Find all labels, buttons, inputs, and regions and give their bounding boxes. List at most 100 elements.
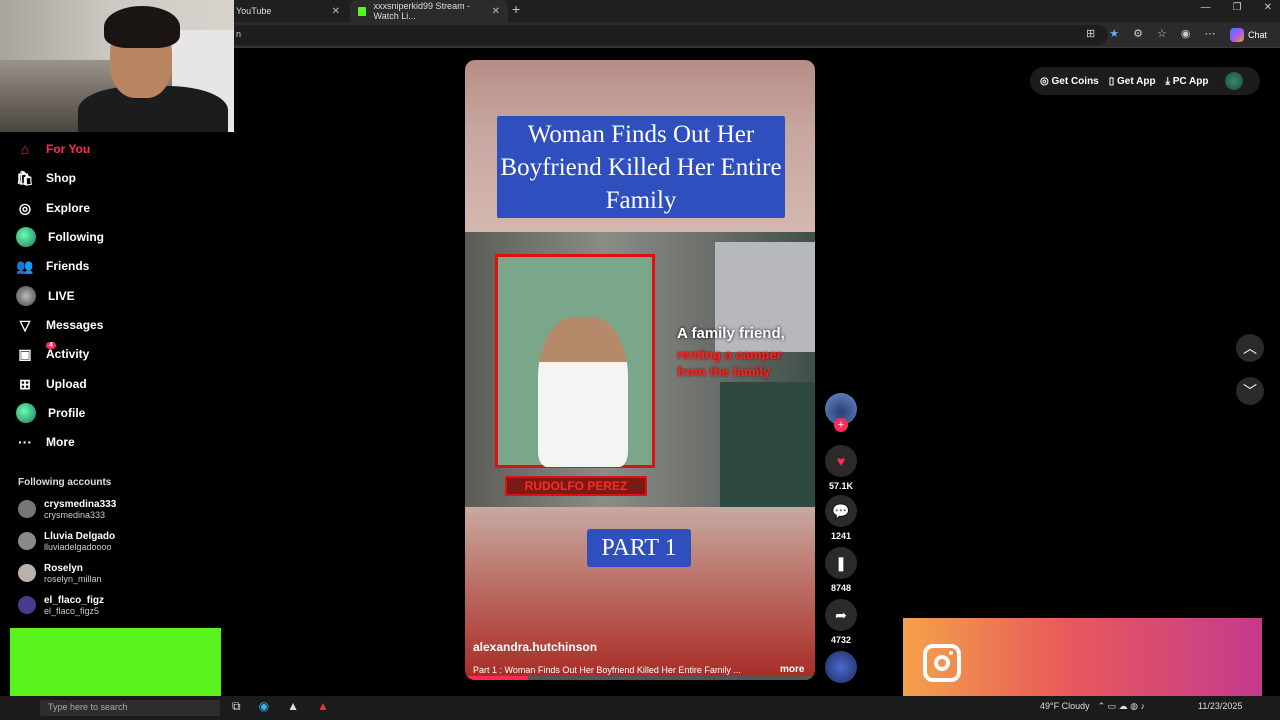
avatar xyxy=(18,564,36,582)
restore-icon[interactable]: ❐ xyxy=(1233,2,1242,13)
video-description: Part 1 : Woman Finds Out Her Boyfriend K… xyxy=(473,665,741,675)
avatar xyxy=(18,532,36,550)
sidebar-item-label: LIVE xyxy=(48,289,75,303)
save-button[interactable]: ❚ 8748 xyxy=(825,547,857,593)
sidebar-item-following[interactable]: Following xyxy=(16,225,104,249)
new-tab-icon[interactable]: + xyxy=(512,1,520,17)
copilot-icon xyxy=(1230,28,1244,42)
task-view-icon[interactable]: ⧉ xyxy=(232,699,241,714)
like-button[interactable]: ♥ 57.1K xyxy=(825,445,857,491)
shop-icon: 🛍 xyxy=(16,169,34,186)
sidebar-item-shop[interactable]: 🛍 Shop xyxy=(16,166,76,190)
following-account[interactable]: el_flaco_figz el_flaco_figz5 xyxy=(18,592,104,618)
windows-taskbar: Type here to search ⧉ ◉ ▲ ▲ 49°F Cloudy … xyxy=(0,696,1280,720)
profile-icon[interactable]: ◉ xyxy=(1181,27,1191,40)
upload-icon: ⊞ xyxy=(19,375,31,392)
live-icon xyxy=(16,286,36,306)
comment-button[interactable]: 💬 1241 xyxy=(825,495,857,541)
sidebar-item-for-you[interactable]: ⌂ For You xyxy=(16,137,90,161)
part-label: PART 1 xyxy=(587,529,691,567)
close-tab-icon[interactable]: ✕ xyxy=(492,6,500,17)
account-handle: el_flaco_figz5 xyxy=(44,605,100,616)
instagram-icon xyxy=(923,644,961,682)
previous-video-button[interactable]: ︿ xyxy=(1236,334,1264,362)
weather-text[interactable]: 49°F Cloudy xyxy=(1040,701,1090,712)
get-app-button[interactable]: ▯ Get App xyxy=(1109,76,1156,87)
edge-icon[interactable]: ◉ xyxy=(259,699,269,714)
sidebar-item-activity[interactable]: ▣ 4 Activity xyxy=(16,342,89,366)
profile-avatar-icon xyxy=(16,403,36,423)
more-menu-icon[interactable]: ⋯ xyxy=(1204,27,1215,40)
system-tray: 49°F Cloudy ⌃ ▭ ☁ ◍ ♪ xyxy=(1040,701,1145,712)
sidebar-item-label: Shop xyxy=(46,171,76,185)
next-video-button[interactable]: ﹀ xyxy=(1236,377,1264,405)
caption-line-1: A family friend, xyxy=(677,325,785,342)
tab-youtube[interactable]: YouTube ✕ xyxy=(228,0,348,22)
sidebar-item-live[interactable]: LIVE xyxy=(16,284,75,308)
heart-icon: ♥ xyxy=(825,445,857,477)
copilot-chat-button[interactable]: Chat xyxy=(1230,28,1267,42)
following-account[interactable]: crysmedina333 crysmedina333 xyxy=(18,496,116,522)
split-screen-icon[interactable]: ⊞ xyxy=(1086,27,1095,40)
taskbar-search-input[interactable]: Type here to search xyxy=(40,700,220,716)
share-count: 4732 xyxy=(830,635,852,645)
share-icon: ➦ xyxy=(825,599,857,631)
sidebar-item-explore[interactable]: ◎ Explore xyxy=(16,196,90,220)
account-name: Roselyn xyxy=(44,562,83,574)
close-window-icon[interactable]: ✕ xyxy=(1264,2,1272,13)
sidebar-item-friends[interactable]: 👥 Friends xyxy=(16,254,89,278)
instagram-overlay xyxy=(903,618,1262,706)
comment-count: 1241 xyxy=(830,531,852,541)
video-bottom-panel: PART 1 alexandra.hutchinson Part 1 : Wom… xyxy=(465,507,815,680)
following-account[interactable]: Roselyn roselyn_millan xyxy=(18,560,102,586)
video-author[interactable]: alexandra.hutchinson xyxy=(473,640,597,654)
taskbar-apps: ⧉ ◉ ▲ ▲ xyxy=(232,699,329,714)
window-controls: — ❐ ✕ xyxy=(1201,2,1272,13)
video-progress-fill xyxy=(465,676,528,680)
favorite-star-icon[interactable]: ★ xyxy=(1109,27,1119,40)
account-name: crysmedina333 xyxy=(44,498,117,510)
user-avatar[interactable] xyxy=(1224,72,1243,90)
sidebar-item-more[interactable]: ··· More xyxy=(16,430,75,454)
friends-icon: 👥 xyxy=(16,257,34,274)
chevron-down-icon: ﹀ xyxy=(1243,383,1257,399)
music-disc-icon[interactable] xyxy=(825,651,857,683)
avatar xyxy=(18,596,36,614)
sidebar-item-upload[interactable]: ⊞ Upload xyxy=(16,372,87,396)
more-button[interactable]: more xyxy=(780,664,804,675)
minimize-icon[interactable]: — xyxy=(1201,2,1211,13)
app-icon[interactable]: ▲ xyxy=(287,699,299,714)
tab-label: xxxsniperkid99 Stream - Watch Li... xyxy=(373,1,471,21)
address-bar[interactable]: n xyxy=(228,25,1108,45)
kick-logo-icon xyxy=(358,6,366,16)
extensions-icon[interactable]: ⚙ xyxy=(1133,27,1143,40)
video-middle-panel: RUDOLFO PEREZ A family friend, renting a… xyxy=(465,232,815,507)
tray-icons[interactable]: ⌃ ▭ ☁ ◍ ♪ xyxy=(1098,701,1145,712)
following-accounts-title: Following accounts xyxy=(18,477,112,488)
video-player[interactable]: Woman Finds Out Her Boyfriend Killed Her… xyxy=(465,60,815,680)
favorites-icon[interactable]: ☆ xyxy=(1157,27,1167,40)
sidebar-item-label: Explore xyxy=(46,201,91,215)
sidebar-item-profile[interactable]: Profile xyxy=(16,401,85,425)
app-icon[interactable]: ▲ xyxy=(317,699,329,714)
account-name: Lluvia Delgado xyxy=(44,530,116,542)
close-tab-icon[interactable]: ✕ xyxy=(332,6,340,17)
get-coins-button[interactable]: ◎ Get Coins xyxy=(1040,76,1099,87)
sidebar-item-label: Messages xyxy=(46,318,104,332)
tab-kick-stream[interactable]: xxxsniperkid99 Stream - Watch Li... ✕ xyxy=(350,0,508,22)
follow-plus-icon[interactable]: + xyxy=(834,418,848,432)
sidebar-item-label: Upload xyxy=(46,377,87,391)
webcam-overlay xyxy=(0,0,234,132)
sidebar-item-label: Profile xyxy=(48,406,86,420)
video-progress-bar[interactable] xyxy=(465,676,815,680)
account-name: el_flaco_figz xyxy=(44,594,105,606)
clock-date[interactable]: 11/23/2025 xyxy=(1198,701,1242,711)
share-button[interactable]: ➦ 4732 xyxy=(825,599,857,645)
pc-app-button[interactable]: ⤓ PC App xyxy=(1166,76,1209,87)
following-account[interactable]: Lluvia Delgado lluviadelgadoooo xyxy=(18,528,115,554)
video-title-overlay: Woman Finds Out Her Boyfriend Killed Her… xyxy=(500,121,782,214)
comment-icon: 💬 xyxy=(825,495,857,527)
sidebar-item-messages[interactable]: ▽ Messages xyxy=(16,313,104,337)
home-icon: ⌂ xyxy=(20,141,30,157)
chat-label: Chat xyxy=(1248,30,1268,40)
